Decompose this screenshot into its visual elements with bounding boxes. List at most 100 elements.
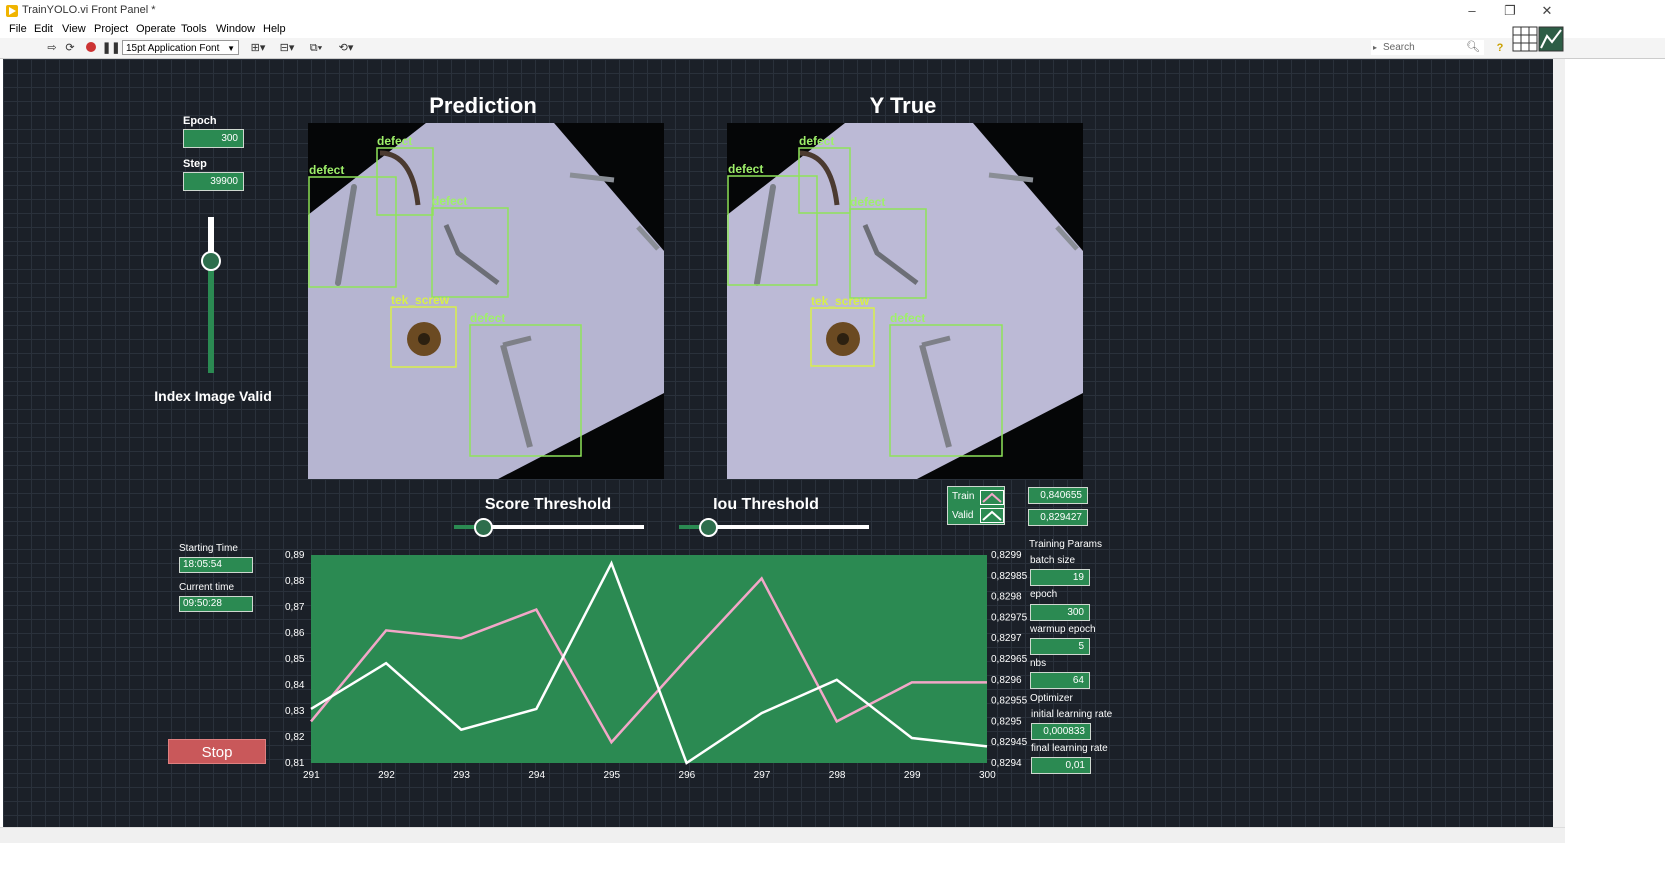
reorder-icon[interactable]: ⟲▾: [337, 42, 355, 54]
ytrue-image: defect defect defect tek_screw defect: [727, 123, 1083, 479]
legend-train-label: Train: [952, 491, 975, 502]
y-right-tick-label: 0,82965: [991, 654, 1028, 665]
box-label: defect: [432, 194, 468, 208]
search-icon[interactable]: 🔍︎: [1466, 40, 1480, 55]
final-lr-field[interactable]: 0,01: [1031, 757, 1091, 774]
y-left-tick-label: 0,88: [285, 576, 305, 587]
final-lr-label: final learning rate: [1031, 743, 1108, 754]
font-select[interactable]: 15pt Application Font ▼: [122, 40, 239, 55]
x-tick-label: 299: [904, 770, 921, 781]
search-scope-icon: ▸: [1373, 43, 1378, 52]
vi-connector-icon[interactable]: [1512, 26, 1564, 52]
status-area: [0, 843, 1665, 896]
x-tick-label: 300: [979, 770, 996, 781]
x-tick-label: 298: [829, 770, 846, 781]
restore-button[interactable]: ❐: [1490, 2, 1530, 20]
menu-view[interactable]: View: [62, 23, 86, 35]
y-right-tick-label: 0,8296: [991, 675, 1022, 686]
x-tick-label: 292: [378, 770, 395, 781]
current-time-indicator: 09:50:28: [179, 596, 253, 612]
title-bar: TrainYOLO.vi Front Panel * – ❐ ✕: [0, 0, 1665, 22]
plot-area: [311, 555, 987, 763]
menu-window[interactable]: Window: [216, 23, 255, 35]
batch-size-field[interactable]: 19: [1030, 569, 1090, 586]
iou-threshold-label: Iou Threshold: [713, 496, 819, 513]
batch-size-label: batch size: [1030, 555, 1076, 566]
y-right-tick-label: 0,8299: [991, 550, 1022, 561]
starting-time-label: Starting Time: [179, 543, 238, 554]
box-label: defect: [799, 134, 835, 148]
resize-icon[interactable]: ⧉▾: [307, 42, 325, 54]
score-threshold-knob[interactable]: [473, 518, 493, 537]
epoch-param-field[interactable]: 300: [1030, 604, 1090, 621]
menu-edit[interactable]: Edit: [34, 23, 53, 35]
box-label: defect: [728, 162, 764, 176]
box-label: defect: [850, 195, 886, 209]
y-right-tick-label: 0,8297: [991, 633, 1022, 644]
x-tick-label: 297: [754, 770, 771, 781]
valid-line-swatch-icon: [980, 508, 1004, 523]
y-right-tick-label: 0,82985: [991, 571, 1028, 582]
warmup-epoch-label: warmup epoch: [1030, 624, 1096, 635]
window-title: TrainYOLO.vi Front Panel *: [22, 4, 156, 16]
index-slider-knob[interactable]: [201, 250, 221, 271]
vertical-scrollbar[interactable]: [1553, 59, 1565, 827]
step-indicator: 39900: [183, 172, 244, 191]
x-tick-label: 293: [453, 770, 470, 781]
train-value-indicator: 0,840655: [1028, 487, 1088, 504]
run-arrow-icon[interactable]: ⇨: [46, 42, 58, 54]
train-line-swatch-icon: [980, 490, 1004, 505]
close-button[interactable]: ✕: [1527, 2, 1567, 20]
loss-chart[interactable]: 0,89 0,88 0,87 0,86 0,85 0,84 0,83 0,82 0,81 0,82…: [283, 547, 1033, 787]
run-continuous-icon[interactable]: ⟳: [64, 42, 76, 54]
pause-icon[interactable]: ❚❚: [102, 42, 120, 54]
box-label: defect: [470, 311, 506, 325]
y-left-tick-label: 0,86: [285, 628, 305, 639]
initial-lr-field[interactable]: 0,000833: [1031, 723, 1091, 740]
labview-app-icon: [6, 5, 18, 17]
legend-valid-label: Valid: [952, 510, 974, 521]
help-icon[interactable]: ?: [1494, 42, 1506, 54]
y-left-tick-label: 0,81: [285, 758, 305, 769]
epoch-label: Epoch: [183, 115, 217, 127]
y-left-tick-label: 0,89: [285, 550, 305, 561]
y-right-tick-label: 0,82975: [991, 612, 1028, 623]
y-right-tick-label: 0,82945: [991, 737, 1028, 748]
epoch-indicator: 300: [183, 129, 244, 148]
abort-icon[interactable]: [85, 42, 97, 54]
starting-time-indicator: 18:05:54: [179, 557, 253, 573]
plot-legend[interactable]: Train Valid: [947, 486, 1005, 525]
x-tick-label: 294: [528, 770, 545, 781]
stop-button[interactable]: Stop: [168, 739, 266, 764]
nbs-field[interactable]: 64: [1030, 672, 1090, 689]
menu-project[interactable]: Project: [94, 23, 128, 35]
menu-file[interactable]: File: [9, 23, 27, 35]
index-image-valid-label: Index Image Valid: [154, 388, 272, 404]
current-time-label: Current time: [179, 582, 235, 593]
y-right-tick-label: 0,8294: [991, 758, 1022, 769]
minimize-button[interactable]: –: [1452, 2, 1492, 20]
box-label: tek_screw: [811, 294, 870, 308]
menu-operate[interactable]: Operate: [136, 23, 176, 35]
epoch-param-label: epoch: [1030, 589, 1058, 600]
menu-tools[interactable]: Tools: [181, 23, 207, 35]
search-placeholder: Search: [1383, 42, 1415, 53]
x-tick-label: 296: [679, 770, 696, 781]
warmup-epoch-field[interactable]: 5: [1030, 638, 1090, 655]
chevron-down-icon: ▼: [227, 44, 235, 53]
x-tick-label: 295: [603, 770, 620, 781]
align-icon[interactable]: ⊞▾: [249, 42, 267, 54]
distribute-icon[interactable]: ⊟▾: [278, 42, 296, 54]
y-left-tick-label: 0,82: [285, 732, 305, 743]
horizontal-scrollbar[interactable]: [0, 827, 1565, 844]
iou-threshold-knob[interactable]: [698, 518, 718, 537]
front-panel: Epoch 300 Step 39900 Index Image Valid P…: [3, 59, 1553, 827]
y-left-tick-label: 0,87: [285, 602, 305, 613]
index-slider-track[interactable]: [208, 217, 214, 373]
menu-help[interactable]: Help: [263, 23, 286, 35]
initial-lr-label: initial learning rate: [1031, 709, 1113, 720]
valid-value-indicator: 0,829427: [1028, 509, 1088, 526]
search-input[interactable]: ▸ Search 🔍︎: [1371, 40, 1484, 55]
prediction-image: defect defect defect tek_screw defect: [308, 123, 664, 479]
y-right-tick-label: 0,8295: [991, 716, 1022, 727]
